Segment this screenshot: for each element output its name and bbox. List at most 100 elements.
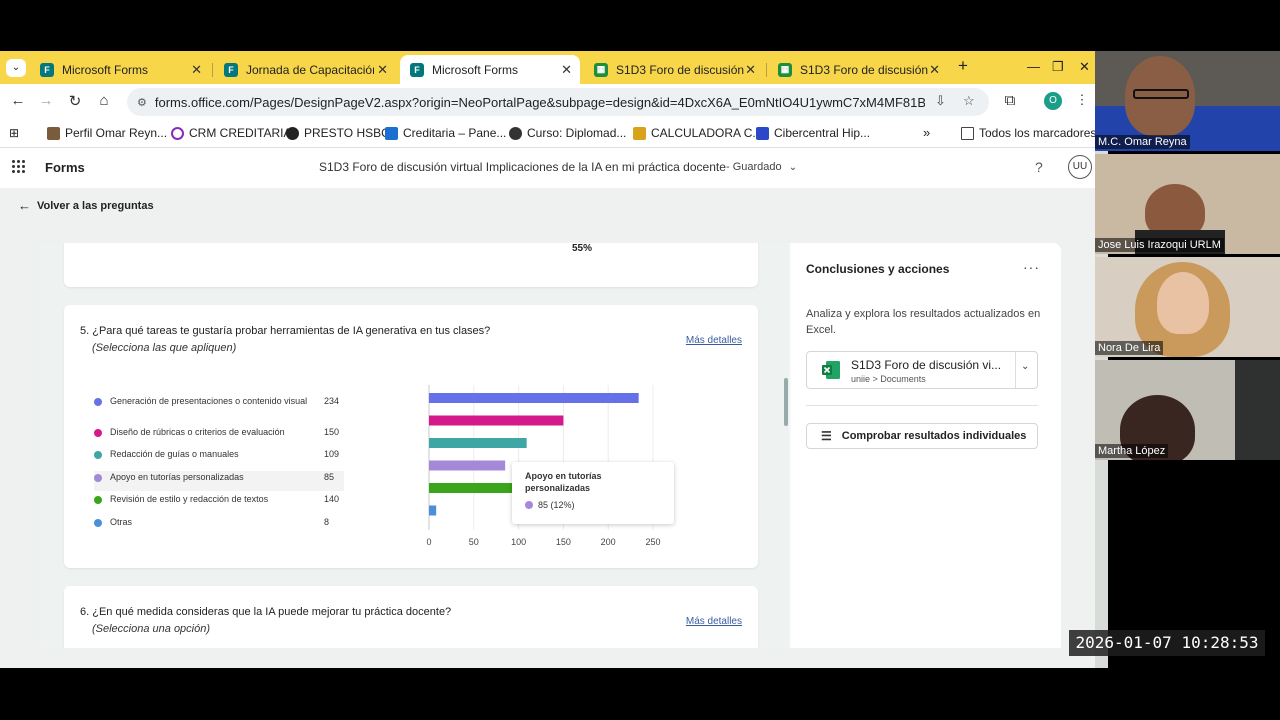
site-info-icon[interactable]: ⚙: [137, 96, 147, 109]
app-launcher-icon[interactable]: [12, 160, 26, 174]
chevron-down-icon[interactable]: ⌄: [1021, 361, 1029, 372]
tab-microsoft-forms-active[interactable]: F Microsoft Forms ✕: [400, 55, 580, 84]
form-title: S1D3 Foro de discusión virtual Implicaci…: [319, 160, 726, 174]
bookmark-perfil[interactable]: Perfil Omar Reyn...: [47, 126, 167, 140]
panel-title: Conclusiones y acciones: [806, 262, 950, 276]
video-tile-omar[interactable]: M.C. Omar Reyna: [1095, 51, 1280, 151]
question-subtitle: (Selecciona las que apliquen): [92, 342, 237, 354]
bar[interactable]: [429, 393, 639, 403]
tab-jornada[interactable]: F Jornada de Capacitación I ✕: [214, 55, 396, 84]
close-icon[interactable]: ✕: [191, 62, 202, 78]
save-status[interactable]: - Guardado ⌄: [726, 161, 797, 173]
all-bookmarks[interactable]: Todos los marcadores: [961, 126, 1095, 140]
extensions-icon[interactable]: ⧉: [1000, 92, 1020, 109]
url-text: forms.office.com/Pages/DesignPageV2.aspx…: [154, 94, 925, 110]
reload-icon[interactable]: ↻: [65, 92, 85, 110]
window-close-icon[interactable]: ✕: [1079, 59, 1090, 75]
back-arrow-icon[interactable]: ←: [8, 92, 28, 109]
bookmark-star-icon[interactable]: ☆: [963, 93, 975, 109]
help-icon[interactable]: ?: [1035, 159, 1043, 175]
legend-item[interactable]: Revisión de estilo y redacción de textos…: [94, 493, 344, 513]
restore-icon[interactable]: ❐: [1052, 59, 1064, 75]
tab-s1d3-sheet-1[interactable]: ▦ S1D3 Foro de discusión vi ✕: [584, 55, 764, 84]
legend-item[interactable]: Generación de presentaciones o contenido…: [94, 395, 344, 415]
bookmark-crm[interactable]: CRM CREDITARIA: [171, 126, 291, 140]
legend-label: Revisión de estilo y redacción de textos: [110, 494, 269, 504]
percent-label: 55%: [572, 243, 593, 254]
arrow-left-icon: ←: [18, 198, 31, 213]
bookmark-creditaria[interactable]: Creditaria – Pane...: [385, 126, 506, 140]
bar[interactable]: [429, 460, 506, 471]
tooltip-value: 85 (12%): [525, 500, 575, 510]
video-tile-martha[interactable]: Martha López: [1095, 360, 1280, 460]
legend-count: 140: [324, 494, 340, 504]
panel-description: Analiza y explora los resultados actuali…: [806, 308, 1041, 336]
x-tick-label: 50: [469, 537, 479, 547]
scrollbar-thumb[interactable]: [784, 378, 788, 426]
tab-microsoft-forms-1[interactable]: F Microsoft Forms ✕: [30, 55, 210, 84]
participant-name: Martha López: [1095, 444, 1169, 458]
bookmark-calculadora[interactable]: CALCULADORA C...: [633, 126, 762, 140]
more-details-link[interactable]: Más detalles: [686, 335, 742, 346]
back-to-questions-link[interactable]: ← Volver a las preguntas: [18, 198, 154, 213]
url-field[interactable]: ⚙ forms.office.com/Pages/DesignPageV2.as…: [127, 88, 989, 116]
video-tile-nora[interactable]: Nora De Lira: [1095, 257, 1280, 357]
forms-icon: F: [40, 62, 54, 77]
tooltip-value-text: 85 (12%): [538, 500, 575, 510]
bar[interactable]: [429, 438, 527, 448]
close-icon[interactable]: ✕: [561, 62, 572, 78]
legend-item[interactable]: Apoyo en tutorías personalizadas 85: [94, 471, 344, 491]
minimize-icon[interactable]: —: [1027, 59, 1040, 74]
previous-question-card: 55%: [64, 243, 758, 287]
list-icon: ☰: [821, 429, 832, 443]
video-tile-jose[interactable]: Jose Luis Irazoqui URLM: [1095, 154, 1280, 254]
questions-column: 55% 5. ¿Para qué tareas te gustaría prob…: [39, 243, 789, 648]
question-5-card: 5. ¿Para qué tareas te gustaría probar h…: [64, 305, 758, 568]
close-icon[interactable]: ✕: [929, 62, 940, 78]
x-tick-label: 200: [601, 537, 616, 547]
user-avatar[interactable]: UU: [1068, 155, 1092, 179]
bookmark-favicon-icon: [171, 126, 184, 140]
bookmark-curso[interactable]: Curso: Diplomad...: [509, 126, 626, 140]
legend-count: 109: [324, 449, 340, 459]
bookmark-label: Perfil Omar Reyn...: [65, 126, 168, 140]
legend-label: Diseño de rúbricas o criterios de evalua…: [110, 427, 285, 437]
check-individual-results-button[interactable]: ☰ Comprobar resultados individuales: [806, 423, 1038, 449]
new-tab-plus-icon[interactable]: +: [958, 56, 968, 76]
legend-count: 234: [324, 396, 340, 406]
legend-item[interactable]: Diseño de rúbricas o criterios de evalua…: [94, 426, 344, 446]
legend-color-dot: [94, 519, 102, 527]
bookmark-favicon-icon: [385, 126, 398, 140]
participant-name: Jose Luis Irazoqui URLM: [1095, 238, 1224, 252]
tab-s1d3-sheet-2[interactable]: ▦ S1D3 Foro de discusión v ✕: [768, 55, 948, 84]
tab-search-chevron-icon[interactable]: ⌄: [6, 59, 26, 77]
more-details-link[interactable]: Más detalles: [686, 616, 742, 627]
profile-avatar[interactable]: O: [1044, 92, 1062, 110]
bookmarks-bar: ⊞ Perfil Omar Reyn... CRM CREDITARIA PRE…: [0, 120, 1095, 148]
series-color-dot: [525, 501, 533, 509]
bookmark-presto[interactable]: PRESTO HSBC: [286, 126, 390, 140]
file-path: uniie > Documents: [851, 374, 926, 384]
install-app-icon[interactable]: ⇩: [935, 93, 946, 109]
bookmark-cibercentral[interactable]: Cibercentral Hip...: [756, 126, 870, 140]
folder-icon: [961, 126, 974, 140]
bar[interactable]: [429, 505, 437, 516]
legend-color-dot: [94, 474, 102, 482]
close-icon[interactable]: ✕: [377, 62, 388, 78]
app-name[interactable]: Forms: [45, 160, 85, 175]
home-icon[interactable]: ⌂: [94, 92, 114, 109]
legend-item[interactable]: Otras 8: [94, 516, 344, 536]
more-options-icon[interactable]: ···: [1023, 259, 1040, 275]
apps-grid-icon[interactable]: ⊞: [9, 126, 19, 140]
more-bookmarks-icon[interactable]: »: [923, 125, 930, 140]
close-icon[interactable]: ✕: [745, 62, 756, 78]
participant-name: Nora De Lira: [1095, 341, 1164, 355]
excel-file-card[interactable]: S1D3 Foro de discusión vi... uniie > Doc…: [806, 351, 1038, 389]
legend-item[interactable]: Redacción de guías o manuales 109: [94, 448, 344, 468]
bookmark-label: Curso: Diplomad...: [527, 126, 627, 140]
browser-menu-icon[interactable]: ⋮: [1072, 92, 1092, 108]
tab-title: Jornada de Capacitación I: [246, 62, 374, 77]
back-label: Volver a las preguntas: [37, 199, 154, 212]
forward-arrow-icon[interactable]: →: [36, 92, 56, 109]
bar[interactable]: [429, 415, 564, 426]
